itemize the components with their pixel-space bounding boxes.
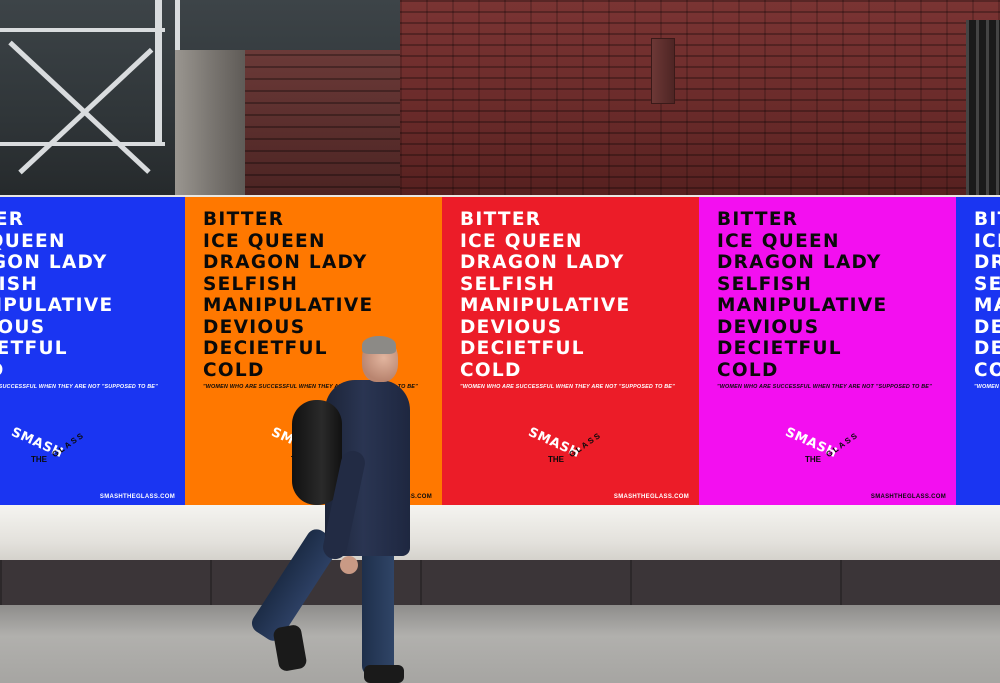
smash-the-glass-logo: SMASH THE GLASS — [9, 425, 105, 477]
poster-word: ICE QUEEN — [974, 230, 1000, 252]
poster-word: BITTER — [974, 209, 1000, 230]
poster-word: COLD — [974, 359, 1000, 381]
hand — [340, 556, 358, 574]
poster-url: SMASHTHEGLASS.COM — [870, 494, 946, 500]
right-leg — [362, 544, 394, 676]
poster-blue-right: BITTER ICE QUEEN DRAGON LADY SELFISH MAN… — [956, 197, 1000, 508]
poster-word: DEVIOUS — [0, 316, 46, 338]
poster-word: DRAGON LADY — [974, 252, 1000, 273]
logo-the: THE — [548, 455, 564, 464]
poster-word: DRAGON LADY — [0, 252, 108, 273]
poster-quote: "WOMEN WHO ARE SUCCESSFUL WHEN THEY ARE … — [974, 384, 1000, 390]
poster-word: MANIPULATIVE — [0, 295, 114, 316]
poster-word: MANIPULATIVE — [203, 295, 374, 316]
poster-word: DECIETFUL — [974, 338, 1000, 359]
poster-word: ICE QUEEN — [460, 230, 583, 252]
poster-word: DECIETFUL — [0, 338, 68, 359]
poster-word: COLD — [460, 359, 522, 381]
brick-wall — [400, 0, 1000, 200]
poster-word: COLD — [0, 360, 113, 382]
poster-word: BITTER — [203, 209, 285, 230]
hair — [362, 336, 396, 354]
poster-word: ICE QUEEN — [0, 230, 66, 252]
poster-word: BITTER — [717, 209, 799, 230]
poster-word: DEVIOUS — [974, 316, 1000, 338]
poster-word: SELFISH — [0, 273, 39, 295]
poster-url: SMASHTHEGLASS.COM — [613, 494, 689, 500]
poster-red: BITTER ICE QUEEN DRAGON LADY SELFISH MAN… — [442, 197, 699, 508]
poster-word-list: BITTER ICE QUEEN DRAGON LADY SELFISH MAN… — [717, 209, 887, 381]
poster-url: SMASHTHEGLASS.COM — [99, 494, 175, 500]
poster-word: ICE QUEEN — [717, 230, 840, 252]
poster-word: BITTER — [460, 209, 542, 230]
walking-man — [248, 330, 440, 683]
poster-word: DECIETFUL — [717, 338, 842, 359]
poster-quote: "WOMEN WHO ARE SUCCESSFUL WHEN THEY ARE … — [460, 384, 675, 390]
poster-word: MANIPULATIVE — [460, 295, 631, 316]
scaffold-bar — [0, 28, 165, 32]
base-wall — [0, 560, 1000, 610]
poster-word-list: BITTER ICE QUEEN DRAGON LADY SELFISH MAN… — [460, 209, 630, 381]
poster-blue: BITTER ICE QUEEN DRAGON LADY SELFISH MAN… — [0, 197, 185, 508]
logo-the: THE — [805, 455, 821, 464]
smash-the-glass-logo: SMASH THE GLASS — [783, 425, 879, 477]
poster-word-list: BITTER ICE QUEEN DRAGON LADY SELFISH MAN… — [0, 209, 113, 381]
street-scene: BITTER ICE QUEEN DRAGON LADY SELFISH MAN… — [0, 0, 1000, 683]
poster-word: DEVIOUS — [460, 316, 563, 338]
window-grate — [966, 20, 1000, 200]
poster-word: DEVIOUS — [717, 316, 820, 338]
right-shoe — [364, 665, 404, 683]
poster-word: SELFISH — [203, 273, 299, 295]
poster-word: COLD — [717, 359, 779, 381]
scaffold-bar — [0, 142, 165, 146]
poster-word: BITTER — [0, 209, 25, 230]
logo-the: THE — [31, 455, 47, 464]
poster-word: DRAGON LADY — [717, 252, 882, 273]
torn-paper-strip — [0, 505, 1000, 567]
poster-word: SELFISH — [717, 273, 813, 295]
poster-word-list: BITTER ICE QUEEN DRAGON LADY SELFISH MAN… — [974, 209, 1000, 381]
poster-word: DRAGON LADY — [460, 252, 625, 273]
poster-word: MANIPULATIVE — [974, 295, 1000, 316]
poster-word: DRAGON LADY — [203, 252, 368, 273]
sidewalk — [0, 605, 1000, 683]
poster-word: SELFISH — [974, 273, 1000, 295]
stone-pillar — [175, 50, 245, 200]
scaffold-pole — [155, 0, 162, 145]
poster-word: ICE QUEEN — [203, 230, 326, 252]
left-shoe — [272, 623, 308, 673]
poster-quote: "WOMEN WHO ARE SUCCESSFUL WHEN THEY ARE … — [0, 384, 158, 390]
poster-word: SELFISH — [460, 273, 556, 295]
poster-quote: "WOMEN WHO ARE SUCCESSFUL WHEN THEY ARE … — [717, 384, 932, 390]
poster-word: DECIETFUL — [460, 338, 585, 359]
smash-the-glass-logo: SMASH THE GLASS — [526, 425, 622, 477]
poster-magenta: BITTER ICE QUEEN DRAGON LADY SELFISH MAN… — [699, 197, 956, 508]
poster-word: MANIPULATIVE — [717, 295, 888, 316]
wall-bracket — [651, 38, 675, 104]
